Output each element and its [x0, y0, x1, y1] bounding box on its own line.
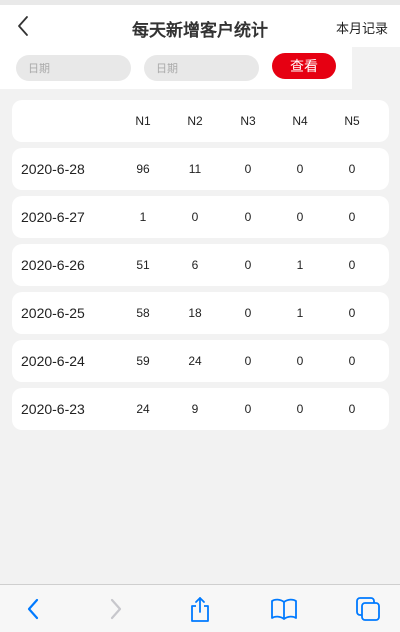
table-row: 2020-6-26 51 6 0 1 0	[12, 244, 389, 286]
bookmarks-icon	[271, 598, 297, 620]
bookmarks-button[interactable]	[269, 594, 299, 624]
row-value: 24	[136, 402, 150, 416]
column-header: N5	[344, 114, 360, 128]
row-value: 0	[244, 162, 252, 176]
row-date: 2020-6-28	[21, 161, 85, 177]
row-date: 2020-6-25	[21, 305, 85, 321]
row-value: 0	[296, 354, 304, 368]
table-header: N1 N2 N3 N4 N5	[12, 100, 389, 142]
row-value: 0	[348, 306, 356, 320]
share-icon	[191, 597, 209, 622]
row-value: 1	[296, 306, 304, 320]
row-value: 1	[296, 258, 304, 272]
row-value: 0	[348, 354, 356, 368]
row-value: 0	[296, 402, 304, 416]
row-date: 2020-6-24	[21, 353, 85, 369]
row-value: 0	[296, 210, 304, 224]
row-value: 0	[348, 210, 356, 224]
row-value: 0	[348, 402, 356, 416]
forward-icon	[110, 598, 122, 620]
row-value: 18	[188, 306, 202, 320]
monthly-records-link[interactable]: 本月记录	[336, 18, 388, 37]
back-icon	[27, 598, 39, 620]
row-value: 96	[136, 162, 150, 176]
share-button[interactable]	[185, 594, 215, 624]
row-value: 0	[244, 402, 252, 416]
filter-bar: 日期 日期 查看	[0, 47, 352, 89]
row-value: 51	[136, 258, 150, 272]
table-row: 2020-6-25 58 18 0 1 0	[12, 292, 389, 334]
row-value: 0	[244, 354, 252, 368]
table-row: 2020-6-24 59 24 0 0 0	[12, 340, 389, 382]
column-header: N3	[240, 114, 256, 128]
row-date: 2020-6-23	[21, 401, 85, 417]
app-header: 每天新增客户统计 本月记录	[0, 5, 400, 47]
row-value: 0	[348, 162, 356, 176]
row-value: 0	[296, 162, 304, 176]
row-value: 0	[191, 210, 199, 224]
end-date-input[interactable]: 日期	[144, 55, 259, 81]
row-value: 59	[136, 354, 150, 368]
start-date-input[interactable]: 日期	[16, 55, 131, 81]
view-button[interactable]: 查看	[272, 53, 336, 79]
column-header: N2	[187, 114, 203, 128]
column-header: N1	[135, 114, 151, 128]
row-value: 58	[136, 306, 150, 320]
row-value: 9	[191, 402, 199, 416]
tabs-button[interactable]	[353, 594, 383, 624]
row-value: 0	[244, 306, 252, 320]
row-date: 2020-6-26	[21, 257, 85, 273]
row-value: 1	[139, 210, 147, 224]
chevron-left-icon	[18, 16, 28, 36]
column-header: N4	[292, 114, 308, 128]
row-date: 2020-6-27	[21, 209, 85, 225]
row-value: 0	[244, 258, 252, 272]
browser-back-button[interactable]	[18, 594, 48, 624]
row-value: 6	[191, 258, 199, 272]
row-value: 0	[244, 210, 252, 224]
table-row: 2020-6-28 96 11 0 0 0	[12, 148, 389, 190]
row-value: 24	[188, 354, 202, 368]
row-value: 0	[348, 258, 356, 272]
tabs-icon	[356, 597, 380, 621]
browser-forward-button[interactable]	[101, 594, 131, 624]
table-row: 2020-6-27 1 0 0 0 0	[12, 196, 389, 238]
row-value: 11	[188, 162, 202, 176]
back-button[interactable]	[10, 13, 36, 39]
table-row: 2020-6-23 24 9 0 0 0	[12, 388, 389, 430]
browser-toolbar	[0, 584, 400, 632]
